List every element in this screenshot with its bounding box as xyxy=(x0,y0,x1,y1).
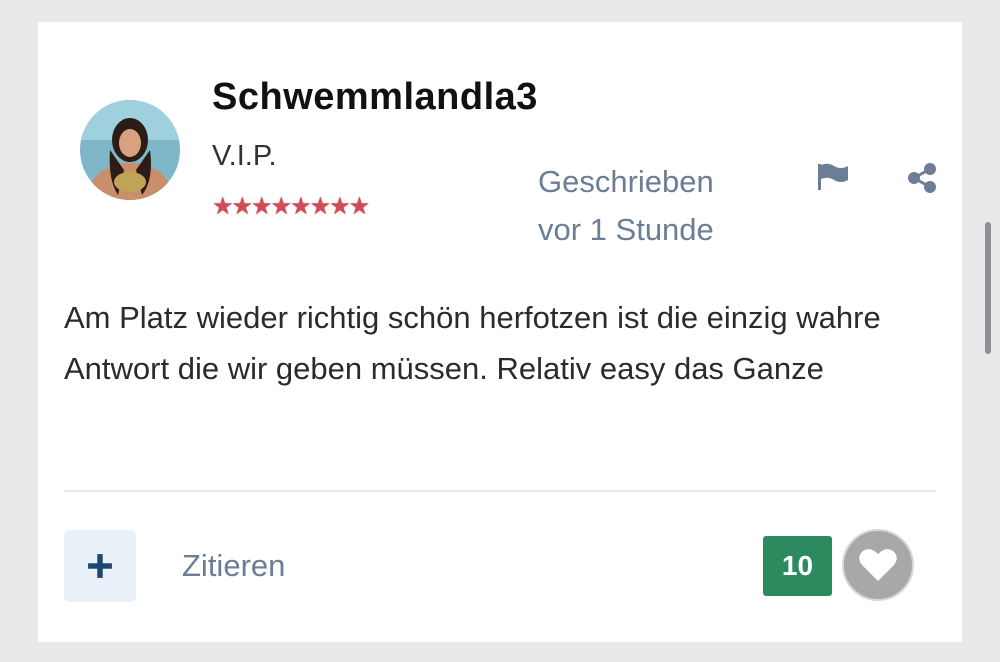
quote-button[interactable]: Zitieren xyxy=(182,548,285,584)
timestamp-line-2: vor 1 Stunde xyxy=(538,212,714,247)
avatar-image xyxy=(80,100,180,200)
username[interactable]: Schwemmlandla3 xyxy=(212,76,538,119)
post-body: Am Platz wieder richtig schön herfotzen … xyxy=(64,300,881,386)
flag-icon[interactable] xyxy=(816,162,850,192)
like-count-badge[interactable]: 10 xyxy=(763,536,832,596)
post-card: Schwemmlandla3 V.I.P. ★★★★★★★★ Geschrieb… xyxy=(38,22,962,642)
user-rank: V.I.P. xyxy=(212,140,277,172)
divider xyxy=(64,490,936,492)
like-button[interactable] xyxy=(842,529,914,601)
scrollbar[interactable] xyxy=(985,222,991,354)
heart-icon xyxy=(859,549,897,581)
share-icon[interactable] xyxy=(906,162,938,194)
multiquote-button[interactable] xyxy=(64,530,136,602)
rank-stars: ★★★★★★★★ xyxy=(212,193,370,220)
post-timestamp: Geschrieben vor 1 Stunde xyxy=(538,158,714,254)
plus-icon xyxy=(88,554,112,578)
avatar[interactable] xyxy=(80,100,180,200)
timestamp-line-1: Geschrieben xyxy=(538,164,714,199)
